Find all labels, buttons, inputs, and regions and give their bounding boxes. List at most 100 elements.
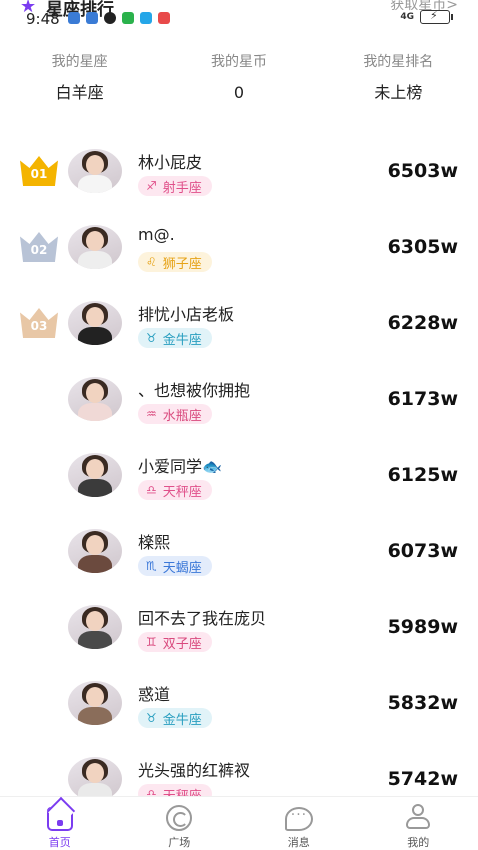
zodiac-label: 射手座 <box>162 180 202 196</box>
user-name: 回不去了我在庞贝 <box>138 609 267 628</box>
my-stats: 我的星座 白羊座 我的星币 0 我的星排名 未上榜 <box>0 52 478 112</box>
zodiac-label: 双子座 <box>162 636 202 652</box>
stat-value: 白羊座 <box>55 83 104 102</box>
status-notification-icons <box>68 12 170 24</box>
user-name: 林小屁皮 <box>138 153 203 172</box>
zodiac-label: 水瓶座 <box>162 408 202 424</box>
ranking-row[interactable]: 03 排忧小店老板 ♉ 金牛座 6228w <box>0 286 478 362</box>
score: 6173w <box>387 388 458 410</box>
score: 6503w <box>387 160 458 182</box>
avatar[interactable] <box>68 377 122 421</box>
wechat-icon <box>122 12 134 24</box>
stat-value: 0 <box>233 83 245 102</box>
zodiac-tag: ♒ 水瓶座 <box>138 404 212 424</box>
zodiac-label: 天蝎座 <box>162 560 202 576</box>
nav-plaza[interactable]: 广场 <box>120 797 240 850</box>
nav-profile[interactable]: 我的 <box>359 797 478 850</box>
home-icon <box>46 807 73 831</box>
crown-icon: 02 <box>20 232 58 262</box>
bottom-nav: 首页 广场 消息 我的 <box>0 796 478 850</box>
ranking-row[interactable]: 、也想被你拥抱 ♒ 水瓶座 6173w <box>0 362 478 438</box>
zodiac-icon: ♎ <box>146 483 157 497</box>
avatar[interactable] <box>68 605 122 649</box>
avatar[interactable] <box>68 453 122 497</box>
stat-sign: 我的星座 白羊座 <box>0 52 159 112</box>
zodiac-tag: ♉ 金牛座 <box>138 328 212 348</box>
zodiac-icon: ♉ <box>146 331 157 345</box>
zodiac-icon: ♌ <box>146 255 157 269</box>
qq-icon <box>104 12 116 24</box>
avatar[interactable] <box>68 757 122 801</box>
rank-number: 03 <box>30 319 48 333</box>
zodiac-tag: ♉ 金牛座 <box>138 708 212 728</box>
score: 5832w <box>387 692 458 714</box>
crown-icon: 01 <box>20 156 58 186</box>
zodiac-icon: ♐ <box>146 179 157 193</box>
user-name: 惑道 <box>138 685 171 704</box>
zodiac-icon: ♊ <box>146 635 157 649</box>
ranking-row[interactable]: 回不去了我在庞贝 ♊ 双子座 5989w <box>0 590 478 666</box>
zodiac-icon: ♒ <box>146 407 157 421</box>
zodiac-tag: ♎ 天秤座 <box>138 480 212 500</box>
score: 6305w <box>387 236 458 258</box>
zodiac-tag: ♏ 天蝎座 <box>138 556 212 576</box>
score: 6073w <box>387 540 458 562</box>
nav-messages[interactable]: 消息 <box>239 797 359 850</box>
stat-label: 我的星座 <box>51 54 108 70</box>
score: 5742w <box>387 768 458 790</box>
avatar[interactable] <box>68 149 122 193</box>
user-name: 、也想被你拥抱 <box>138 381 251 400</box>
avatar[interactable] <box>68 225 122 269</box>
rank-number: 02 <box>30 243 48 257</box>
stat-value: 未上榜 <box>374 83 423 102</box>
stat-coins: 我的星币 0 <box>159 52 318 112</box>
notification-icon <box>68 12 80 24</box>
plaza-icon <box>166 805 193 831</box>
zodiac-label: 天秤座 <box>162 484 202 500</box>
nav-home[interactable]: 首页 <box>0 797 120 850</box>
nav-label: 广场 <box>168 836 191 849</box>
nav-label: 消息 <box>287 836 310 849</box>
ranking-list: 01 林小屁皮 ♐ 射手座 6503w 02 m@. ♌ 狮子座 6305w 03 排忧小店老板 ♉ 金牛… <box>0 134 478 818</box>
ranking-row[interactable]: 02 m@. ♌ 狮子座 6305w <box>0 210 478 286</box>
avatar[interactable] <box>68 681 122 725</box>
rank-number: 01 <box>30 167 48 181</box>
stat-rank: 我的星排名 未上榜 <box>319 52 478 112</box>
user-name: 光头强的红裤衩 <box>138 761 251 780</box>
ranking-row[interactable]: 檪熙 ♏ 天蝎座 6073w <box>0 514 478 590</box>
profile-icon <box>404 803 432 831</box>
ranking-row[interactable]: 小爱同学🐟 ♎ 天秤座 6125w <box>0 438 478 514</box>
top-bar: ★ 星座排行 获取星币> 9:48 4G ⚡ <box>0 0 478 28</box>
zodiac-label: 金牛座 <box>162 712 202 728</box>
crown-icon: 03 <box>20 308 58 338</box>
score: 5989w <box>387 616 458 638</box>
score: 6125w <box>387 464 458 486</box>
user-name: 檪熙 <box>138 533 171 552</box>
message-notify-icon <box>140 12 152 24</box>
status-right: 4G ⚡ <box>400 9 453 24</box>
zodiac-tag: ♐ 射手座 <box>138 176 212 196</box>
user-name: 排忧小店老板 <box>138 305 235 324</box>
stat-label: 我的星排名 <box>363 54 434 70</box>
score: 6228w <box>387 312 458 334</box>
avatar[interactable] <box>68 529 122 573</box>
battery-icon: ⚡ <box>420 9 453 24</box>
ranking-row[interactable]: 01 林小屁皮 ♐ 射手座 6503w <box>0 134 478 210</box>
zodiac-label: 金牛座 <box>162 332 202 348</box>
zodiac-tag: ♌ 狮子座 <box>138 252 212 272</box>
message-icon <box>284 807 313 831</box>
zodiac-tag: ♊ 双子座 <box>138 632 212 652</box>
nav-label: 我的 <box>407 836 430 849</box>
nav-label: 首页 <box>48 836 71 849</box>
avatar[interactable] <box>68 301 122 345</box>
stat-label: 我的星币 <box>210 54 267 70</box>
notification-icon <box>86 12 98 24</box>
status-time: 9:48 <box>26 10 60 28</box>
signal-icon: 4G <box>400 12 414 22</box>
zodiac-icon: ♏ <box>146 559 157 573</box>
app-notify-icon <box>158 12 170 24</box>
user-name: m@. <box>138 225 175 244</box>
zodiac-label: 狮子座 <box>162 256 202 272</box>
zodiac-icon: ♉ <box>146 711 157 725</box>
ranking-row[interactable]: 惑道 ♉ 金牛座 5832w <box>0 666 478 742</box>
